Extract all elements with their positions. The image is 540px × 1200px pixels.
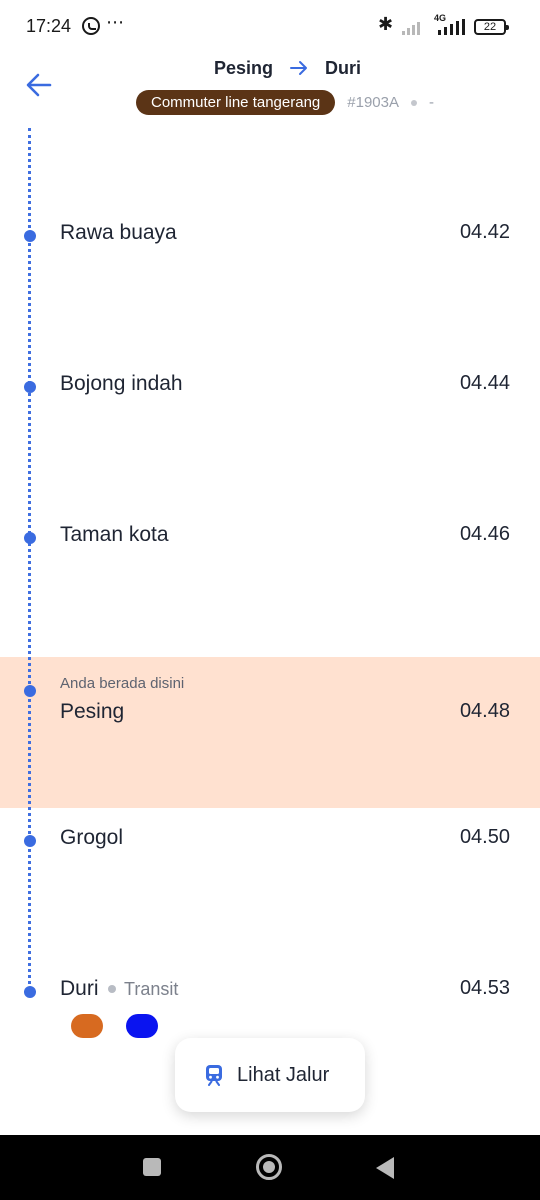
stop-time: 04.46	[459, 523, 510, 545]
line-badge: Commuter line tangerang	[136, 90, 336, 115]
current-location-label: Anda berada disini	[60, 675, 185, 692]
train-meta: Commuter line tangerang #1903A -	[136, 90, 434, 115]
route-title: Pesing Duri	[0, 58, 540, 79]
stop-name: Bojong indah	[60, 372, 183, 395]
more-icon: ⋯	[106, 12, 125, 32]
stop-time: 04.50	[459, 826, 510, 848]
stop-name: Grogol	[60, 826, 124, 849]
status-bar: 17:24 ⋯ ✱ 4G 22	[0, 0, 540, 52]
back-nav-button[interactable]	[376, 1157, 394, 1179]
battery-icon: 22	[474, 19, 509, 35]
transit-label: Transit	[124, 979, 179, 999]
train-number: #1903A	[347, 94, 399, 111]
stop-name: Duri	[60, 977, 99, 1000]
stop-dot	[24, 835, 36, 847]
stop-dot	[24, 381, 36, 393]
recent-apps-button[interactable]	[143, 1158, 161, 1176]
transit-line-orange	[71, 1014, 103, 1038]
view-route-label: Lihat Jalur	[237, 1063, 330, 1086]
transit-separator-dot	[108, 985, 116, 993]
stop-name: Taman kota	[60, 523, 169, 546]
separator-dot	[410, 99, 417, 106]
cellular-signal-icon	[436, 19, 466, 35]
stop-dot	[24, 230, 36, 242]
view-route-button[interactable]: Lihat Jalur	[175, 1038, 365, 1112]
stop-dot	[24, 532, 36, 544]
stop-name: Rawa buaya	[60, 221, 177, 244]
stop-time: 04.44	[459, 372, 510, 394]
route-from: Pesing	[213, 58, 273, 78]
stop-name: Pesing	[60, 700, 125, 723]
status-time: 17:24	[26, 16, 72, 36]
stop-dot	[24, 986, 36, 998]
signal-icon	[402, 19, 428, 35]
whatsapp-icon	[82, 17, 100, 35]
timeline-line	[28, 128, 31, 996]
transit-line-blue	[126, 1014, 158, 1038]
stop-dot	[24, 685, 36, 697]
train-icon	[206, 1065, 222, 1086]
arrow-right-icon	[290, 61, 308, 76]
route-to: Duri	[325, 58, 362, 78]
stop-time: 04.48	[459, 700, 510, 722]
home-button[interactable]	[256, 1154, 282, 1180]
bluetooth-icon: ✱	[378, 14, 394, 34]
train-status: -	[428, 94, 434, 111]
system-nav-bar	[0, 1135, 540, 1200]
stop-time: 04.42	[459, 221, 510, 243]
stop-time: 04.53	[459, 977, 510, 999]
